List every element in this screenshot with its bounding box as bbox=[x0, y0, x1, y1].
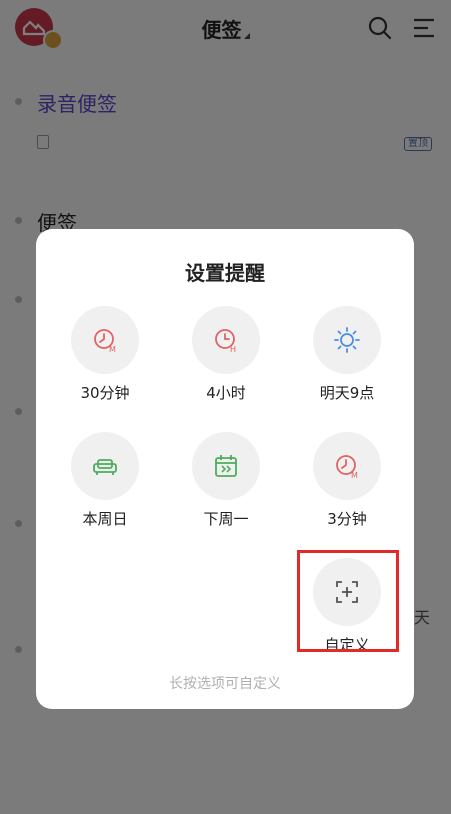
svg-text:H: H bbox=[230, 345, 236, 354]
long-press-hint: 长按选项可自定义 bbox=[169, 676, 281, 692]
option-this-sunday[interactable]: 本周日 bbox=[50, 432, 160, 529]
svg-text:M: M bbox=[351, 471, 358, 480]
option-next-monday[interactable]: 下周一 bbox=[171, 432, 281, 529]
option-30-minutes[interactable]: M 30分钟 bbox=[50, 306, 160, 403]
sofa-icon bbox=[93, 459, 117, 475]
calendar-next-icon bbox=[215, 455, 237, 477]
clock-m-icon: M bbox=[94, 329, 116, 354]
sun-icon bbox=[334, 327, 360, 353]
option-3-minutes[interactable]: M 3分钟 bbox=[292, 432, 402, 529]
highlight-annotation bbox=[297, 550, 399, 652]
dialog-title: 设置提醒 bbox=[185, 261, 265, 285]
option-tomorrow-9[interactable]: 明天9点 bbox=[292, 306, 402, 403]
option-4-hours[interactable]: H 4小时 bbox=[171, 306, 281, 403]
svg-text:M: M bbox=[109, 345, 116, 354]
clock-m-icon: M bbox=[336, 455, 358, 480]
clock-h-icon: H bbox=[215, 329, 236, 354]
